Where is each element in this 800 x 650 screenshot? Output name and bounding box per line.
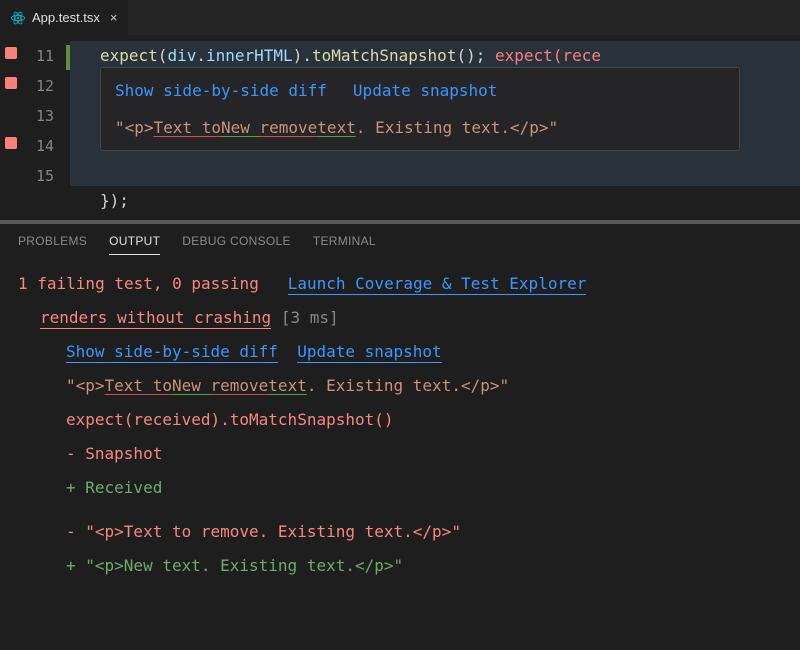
line-number: 11: [22, 41, 64, 71]
inline-diff-hover: Show side-by-side diff Update snapshot "…: [100, 67, 740, 151]
diff-line-removed: - "<p>Text to remove. Existing text.</p>…: [18, 515, 796, 549]
failing-test-name[interactable]: renders without crashing: [40, 308, 271, 329]
error-marker-icon[interactable]: [5, 47, 17, 59]
tab-terminal[interactable]: TERMINAL: [313, 234, 376, 255]
tab-problems[interactable]: PROBLEMS: [18, 234, 87, 255]
line-number-gutter: 11 12 13 14 15: [22, 35, 64, 220]
line-number: 14: [22, 131, 64, 161]
legend-received: + Received: [18, 471, 796, 505]
update-snapshot-link[interactable]: Update snapshot: [297, 342, 442, 363]
line-number: 15: [22, 161, 64, 191]
test-summary: 1 failing test, 0 passing Launch Coverag…: [18, 267, 796, 301]
line-number: 12: [22, 71, 64, 101]
panel-tab-bar: PROBLEMS OUTPUT DEBUG CONSOLE TERMINAL: [0, 224, 800, 261]
editor-tab-bar: App.test.tsx ×: [0, 0, 800, 35]
error-marker-icon[interactable]: [5, 137, 17, 149]
line-number: 13: [22, 101, 64, 131]
editor-pane[interactable]: 11 12 13 14 15 expect(div.innerHTML).toM…: [0, 35, 800, 220]
tab-output[interactable]: OUTPUT: [109, 234, 160, 255]
assertion-line: expect(received).toMatchSnapshot(): [18, 403, 796, 437]
bottom-panel: PROBLEMS OUTPUT DEBUG CONSOLE TERMINAL 1…: [0, 220, 800, 650]
close-icon[interactable]: ×: [110, 10, 118, 25]
inline-snapshot-preview: "<p>Text toNew removetext. Existing text…: [115, 114, 725, 142]
snapshot-preview: "<p>Text toNew removetext. Existing text…: [18, 369, 796, 403]
show-diff-link[interactable]: Show side-by-side diff: [115, 76, 327, 106]
test-result-row: renders without crashing [3 ms]: [18, 301, 796, 335]
update-snapshot-link[interactable]: Update snapshot: [353, 76, 498, 106]
output-panel[interactable]: 1 failing test, 0 passing Launch Coverag…: [0, 261, 800, 583]
annotation-gutter: [0, 35, 22, 220]
launch-coverage-link[interactable]: Launch Coverage & Test Explorer: [288, 274, 587, 295]
show-diff-link[interactable]: Show side-by-side diff: [66, 342, 278, 363]
tab-debug-console[interactable]: DEBUG CONSOLE: [182, 234, 291, 255]
react-icon: [10, 10, 26, 26]
code-line-15[interactable]: });: [70, 186, 800, 216]
legend-snapshot: - Snapshot: [18, 437, 796, 471]
diff-line-added: + "<p>New text. Existing text.</p>": [18, 549, 796, 583]
editor-tab-label: App.test.tsx: [32, 10, 100, 25]
test-actions: Show side-by-side diff Update snapshot: [18, 335, 796, 369]
editor-tab-app-test[interactable]: App.test.tsx ×: [0, 0, 129, 35]
error-marker-icon[interactable]: [5, 77, 17, 89]
